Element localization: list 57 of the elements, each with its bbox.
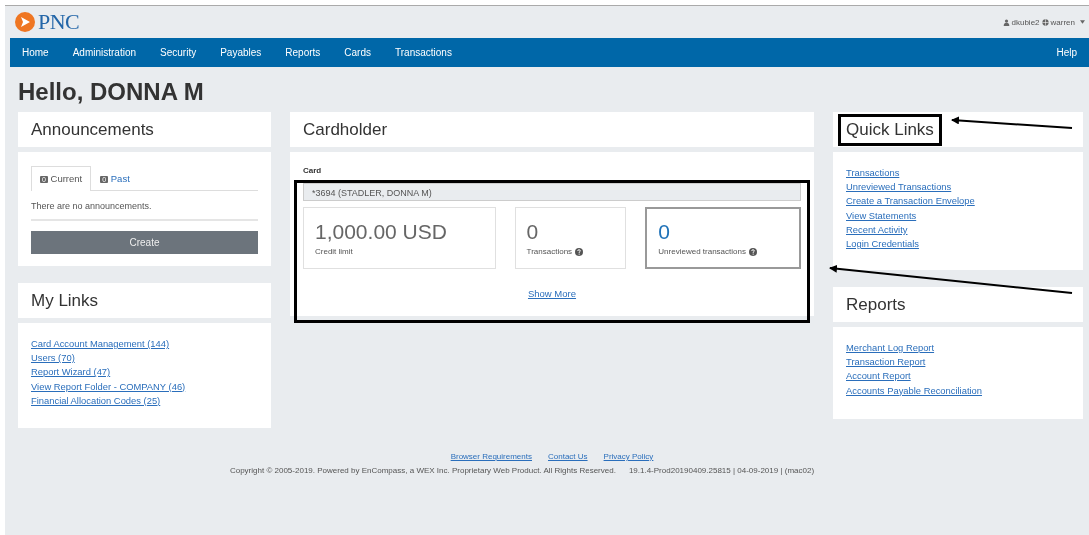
panel-title: Cardholder <box>303 119 388 140</box>
stat-label: Transactions <box>526 247 573 256</box>
field-label: Card <box>303 166 323 175</box>
show-more-link[interactable]: Show More <box>527 288 577 299</box>
link[interactable]: Unreviewed Transactions <box>846 180 1070 195</box>
nav-item[interactable]: Cards <box>344 47 371 58</box>
stat-value: 1,000.00 USD <box>315 220 448 244</box>
link[interactable]: Transactions <box>846 166 1070 181</box>
stat-value: 0 <box>526 220 540 244</box>
help-icon[interactable] <box>748 247 757 256</box>
link[interactable]: Users (70) <box>31 351 258 366</box>
stat-tile[interactable]: 0 Unreviewed transactions <box>645 207 801 269</box>
user-icon <box>1002 18 1010 26</box>
footer-link[interactable]: Browser Requirements <box>450 452 532 462</box>
logo-icon <box>15 12 35 32</box>
link[interactable]: Merchant Log Report <box>846 341 1070 356</box>
help-icon[interactable] <box>575 247 584 256</box>
link[interactable]: Card Account Management (144) <box>31 337 258 352</box>
globe-icon <box>1041 18 1049 26</box>
version-text: 19.1.4-Prod20190409.25815 | 04-09-2019 | (mac02) <box>628 466 815 475</box>
footer-link[interactable]: Privacy Policy <box>603 452 654 462</box>
link[interactable]: Transaction Report <box>846 355 1070 370</box>
stat-tile[interactable]: 1,000.00 USD Credit limit <box>303 207 496 269</box>
logo-text: PNC <box>38 9 80 35</box>
link[interactable]: Recent Activity <box>846 222 1070 237</box>
copyright-text: Copyright © 2005-2019. Powered by EnCompass, a WEX Inc. Proprietary Web Product. All Rights Reserved. <box>229 466 616 475</box>
link[interactable]: Account Report <box>846 369 1070 384</box>
caret-icon[interactable] <box>1080 20 1085 24</box>
panel-title: Reports <box>846 294 906 315</box>
nav-item[interactable]: Reports <box>285 47 321 58</box>
panel-title: Quick Links <box>838 113 942 146</box>
create-button[interactable]: Create <box>31 231 258 254</box>
nav-item[interactable]: Security <box>160 47 197 58</box>
nav-item[interactable]: Home <box>22 47 49 58</box>
nav-item[interactable]: Transactions <box>395 47 452 58</box>
stat-label: Unreviewed transactions <box>658 247 746 256</box>
link[interactable]: View Statements <box>846 208 1070 223</box>
link[interactable]: Login Credentials <box>846 237 1070 252</box>
greeting: Hello, DONNA M <box>18 77 205 107</box>
link[interactable]: Financial Allocation Codes (25) <box>31 393 258 408</box>
link[interactable]: View Report Folder - COMPANY (46) <box>31 379 258 394</box>
panel-title: My Links <box>31 290 99 311</box>
nav-item[interactable]: Payables <box>220 47 262 58</box>
link[interactable]: Report Wizard (47) <box>31 365 258 380</box>
empty-message: There are no announcements. <box>31 191 258 221</box>
panel-title: Announcements <box>31 119 154 140</box>
help-link[interactable]: Help <box>1056 47 1077 58</box>
organization-name[interactable]: warren <box>1050 17 1075 27</box>
stat-label: Credit limit <box>315 247 353 256</box>
card-select[interactable]: *3694 (STADLER, DONNA M) <box>303 183 801 201</box>
nav-item[interactable]: Administration <box>72 47 137 58</box>
link[interactable]: Accounts Payable Reconciliation <box>846 383 1070 398</box>
user-name[interactable]: dkubie2 <box>1011 17 1040 27</box>
link[interactable]: Create a Transaction Envelope <box>846 194 1070 209</box>
stat-tile[interactable]: 0 Transactions <box>514 207 627 269</box>
stat-value: 0 <box>658 220 672 244</box>
footer-link[interactable]: Contact Us <box>548 452 588 462</box>
